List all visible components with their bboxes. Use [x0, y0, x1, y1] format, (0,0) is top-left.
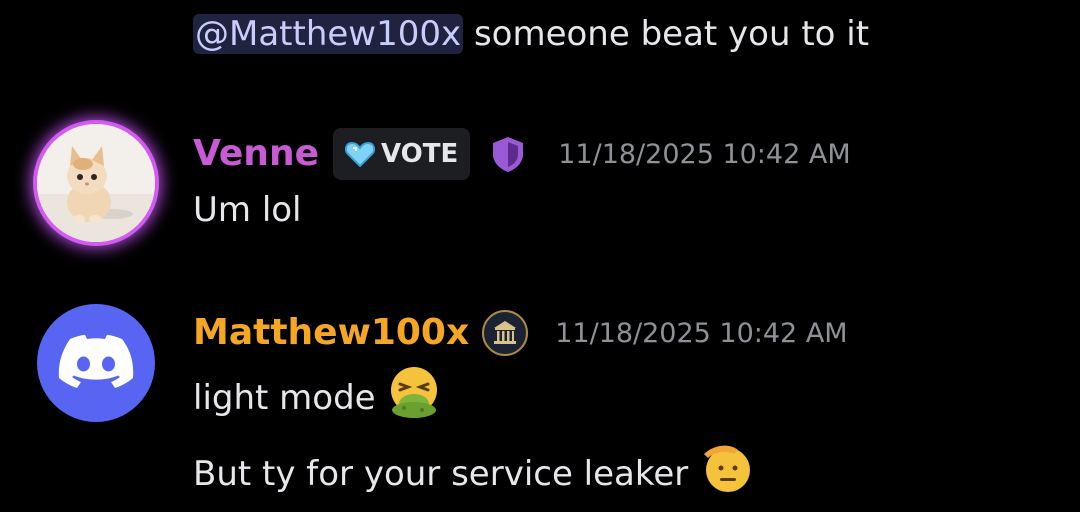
venne-message-text: Um lol	[193, 190, 302, 230]
message-timestamp: 11/18/2025 10:42 AM	[555, 317, 848, 349]
message-timestamp: 11/18/2025 10:42 AM	[558, 138, 851, 170]
message-text: But ty for your service leaker	[193, 453, 689, 494]
previous-message-text: @Matthew100x someone beat you to it	[193, 12, 869, 56]
username[interactable]: Matthew100x	[193, 311, 469, 355]
saluting-face-emoji-icon	[698, 440, 754, 507]
bank-building-badge-icon[interactable]	[481, 309, 529, 357]
venne-avatar[interactable]	[37, 124, 155, 242]
user-mention[interactable]: @Matthew100x	[193, 14, 464, 54]
discord-logo-icon	[58, 334, 134, 388]
message-text: someone beat you to it	[473, 14, 870, 54]
matthew-message-line-2: But ty for your service leaker	[193, 440, 754, 507]
username[interactable]: Venne	[193, 132, 319, 176]
server-tag[interactable]: VOTE	[332, 128, 471, 180]
matthew-message-line-1: light mode	[193, 364, 442, 431]
matthew-message-header: Matthew100x 11/18/2025 10:42 AM	[193, 309, 848, 357]
cat-avatar-icon	[37, 124, 155, 242]
matthew-avatar[interactable]	[37, 304, 155, 422]
chat-log: @Matthew100x someone beat you to it Venn…	[0, 0, 1080, 512]
vomiting-face-emoji-icon	[386, 364, 442, 431]
message-text: light mode	[193, 377, 376, 418]
blue-heart-icon	[344, 141, 375, 167]
purple-shield-icon[interactable]	[488, 134, 528, 174]
tag-label: VOTE	[380, 139, 459, 169]
venne-message-header: Venne VOTE 11/18/2025 10:42 AM	[193, 128, 851, 180]
